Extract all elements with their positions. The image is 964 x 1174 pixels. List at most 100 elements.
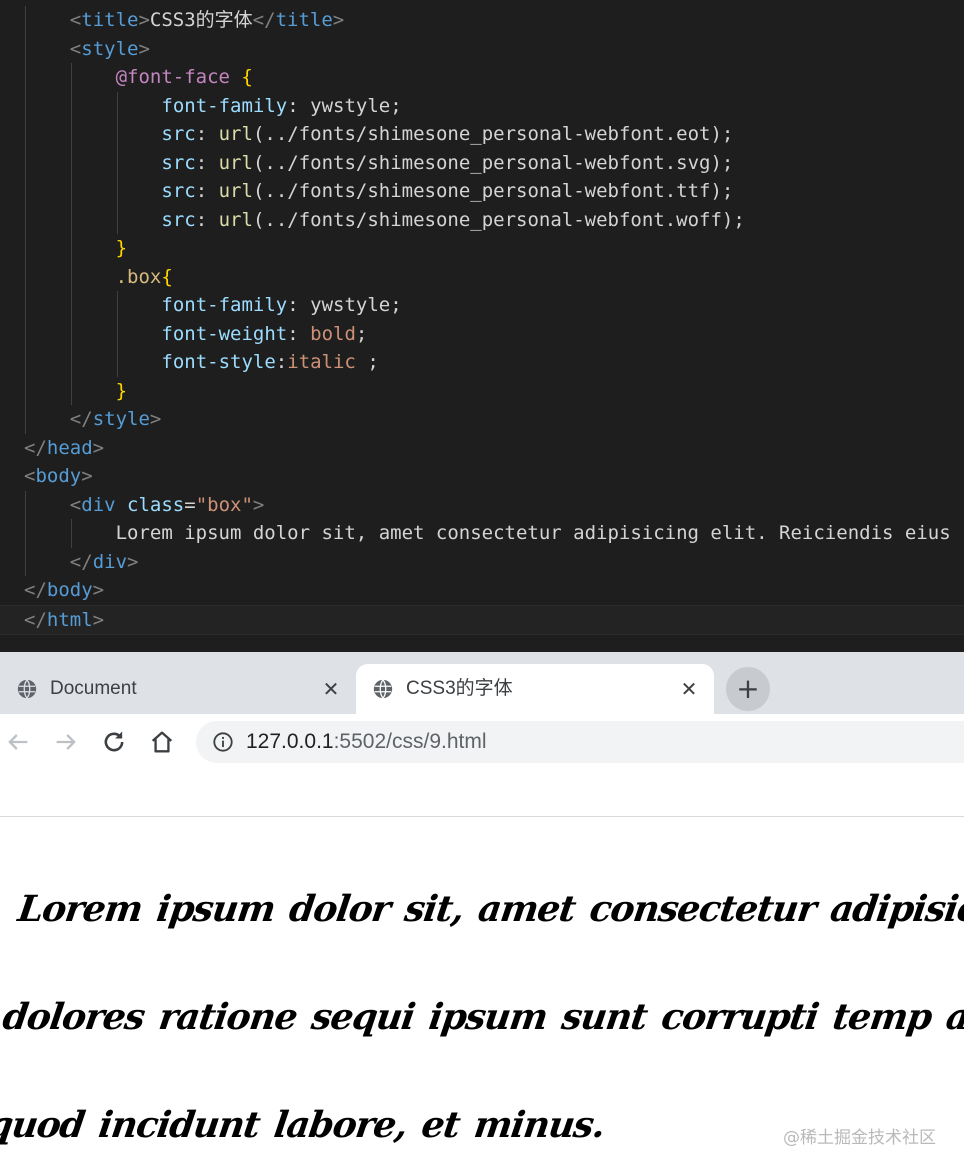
code-text: </style> bbox=[70, 405, 162, 434]
code-token: Lorem ipsum dolor sit, amet consectetur … bbox=[115, 522, 951, 544]
code-token: > bbox=[81, 465, 93, 487]
code-line: src: url(../fonts/shimesone_personal-web… bbox=[0, 120, 964, 149]
code-text: .box{ bbox=[116, 263, 173, 292]
code-text: <body> bbox=[24, 462, 93, 491]
code-token: > bbox=[149, 408, 162, 430]
indent-guide bbox=[116, 177, 118, 206]
indent-guide bbox=[25, 120, 26, 149]
code-line: font-style:italic ; bbox=[0, 348, 964, 377]
code-text: <style> bbox=[70, 35, 150, 64]
code-token: > bbox=[127, 550, 139, 573]
code-token: = bbox=[184, 493, 196, 516]
indent-guide bbox=[116, 91, 118, 120]
code-token: body bbox=[35, 465, 82, 487]
code-text: src: url(../fonts/shimesone_personal-web… bbox=[161, 206, 744, 235]
indent-guide bbox=[25, 376, 26, 405]
code-token: </ bbox=[252, 9, 276, 31]
code-token: (../fonts/shimesone_personal-webfont.eot… bbox=[252, 123, 734, 145]
code-token: : bbox=[275, 351, 288, 373]
indent-guide bbox=[25, 177, 26, 206]
code-token: ; bbox=[390, 294, 402, 316]
indent-guide bbox=[25, 319, 26, 348]
code-editor[interactable]: <title>CSS3的字体</title> <style> @font-face … bbox=[0, 0, 964, 652]
code-line: </body> bbox=[0, 576, 964, 605]
code-token: CSS3的字体 bbox=[149, 9, 253, 31]
reload-icon[interactable] bbox=[100, 728, 128, 756]
code-token: class bbox=[127, 493, 185, 516]
close-icon[interactable]: ✕ bbox=[320, 678, 342, 700]
code-line: } bbox=[0, 376, 964, 405]
code-token: src bbox=[161, 123, 196, 145]
code-line: src: url(../fonts/shimesone_personal-web… bbox=[0, 205, 964, 235]
indent-guide bbox=[70, 348, 72, 377]
code-token: @font-face bbox=[115, 66, 230, 88]
info-icon[interactable] bbox=[212, 731, 234, 753]
indent-guide bbox=[25, 148, 26, 177]
code-line: </html> bbox=[0, 604, 964, 635]
code-token: title bbox=[275, 9, 333, 31]
code-token: url bbox=[218, 208, 253, 231]
code-token: ; bbox=[355, 351, 379, 373]
indent-guide bbox=[25, 63, 26, 92]
code-token: url bbox=[218, 123, 253, 145]
code-token: </ bbox=[24, 436, 47, 459]
code-text: src: url(../fonts/shimesone_personal-web… bbox=[161, 177, 733, 206]
indent-guide bbox=[116, 205, 118, 234]
code-token: "box" bbox=[195, 493, 253, 516]
code-token: ywstyle bbox=[310, 94, 391, 117]
code-token: (../fonts/shimesone_personal-webfont.svg… bbox=[252, 151, 734, 174]
code-token: src bbox=[161, 151, 196, 174]
code-line: <div class="box"> bbox=[0, 490, 964, 519]
code-line: @font-face { bbox=[0, 63, 964, 92]
code-token: : bbox=[287, 94, 311, 117]
code-token: .box bbox=[115, 265, 162, 288]
code-token: font-style bbox=[161, 351, 276, 373]
arrow-right-icon[interactable] bbox=[52, 728, 80, 756]
tab-css3-font[interactable]: CSS3的字体 ✕ bbox=[356, 664, 714, 714]
indent-guide bbox=[70, 291, 72, 320]
code-token: style bbox=[92, 408, 150, 430]
home-icon[interactable] bbox=[148, 728, 176, 756]
code-token: div bbox=[81, 493, 116, 516]
tab-title: CSS3的字体 bbox=[406, 678, 513, 699]
indent-guide bbox=[25, 405, 26, 434]
tab-document[interactable]: Document ✕ bbox=[0, 664, 356, 714]
code-token: body bbox=[46, 579, 93, 601]
code-line: src: url(../fonts/shimesone_personal-web… bbox=[0, 177, 964, 206]
code-line: <body> bbox=[0, 462, 964, 491]
watermark: @稀土掘金技术社区 bbox=[783, 1128, 936, 1148]
code-token: </ bbox=[24, 579, 47, 601]
indent-guide bbox=[25, 348, 26, 377]
code-text: </head> bbox=[24, 434, 104, 463]
code-token: : bbox=[195, 180, 219, 202]
code-line: font-family: ywstyle; bbox=[0, 291, 964, 320]
code-text: src: url(../fonts/shimesone_personal-web… bbox=[161, 120, 733, 149]
code-token: } bbox=[115, 237, 128, 259]
code-token: bold bbox=[310, 322, 356, 345]
tab-title: Document bbox=[50, 678, 137, 699]
close-icon[interactable]: ✕ bbox=[678, 678, 700, 700]
code-token: < bbox=[24, 465, 36, 487]
code-line: font-family: ywstyle; bbox=[0, 91, 964, 120]
globe-icon bbox=[373, 679, 393, 699]
code-text: </div> bbox=[70, 548, 139, 577]
indent-guide bbox=[116, 348, 118, 377]
indent-guide bbox=[70, 177, 72, 206]
code-token: title bbox=[81, 9, 139, 31]
code-token: > bbox=[332, 9, 345, 31]
code-token: src bbox=[161, 208, 196, 231]
new-tab-button[interactable]: + bbox=[726, 667, 770, 711]
tab-strip: Document ✕ CSS3的字体 ✕ bbox=[0, 652, 964, 714]
arrow-left-icon[interactable] bbox=[4, 728, 32, 756]
code-line: </head> bbox=[0, 434, 964, 463]
code-token: > bbox=[138, 37, 150, 60]
indent-guide bbox=[25, 547, 26, 576]
code-token: (../fonts/shimesone_personal-webfont.wof… bbox=[252, 208, 745, 231]
code-line: } bbox=[0, 234, 964, 263]
indent-guide bbox=[25, 34, 26, 63]
code-text: </html> bbox=[24, 606, 104, 635]
code-token: { bbox=[229, 66, 253, 88]
url-text: 127.0.0.1:5502/css/9.html bbox=[246, 730, 487, 754]
address-bar[interactable]: 127.0.0.1:5502/css/9.html bbox=[196, 721, 964, 763]
